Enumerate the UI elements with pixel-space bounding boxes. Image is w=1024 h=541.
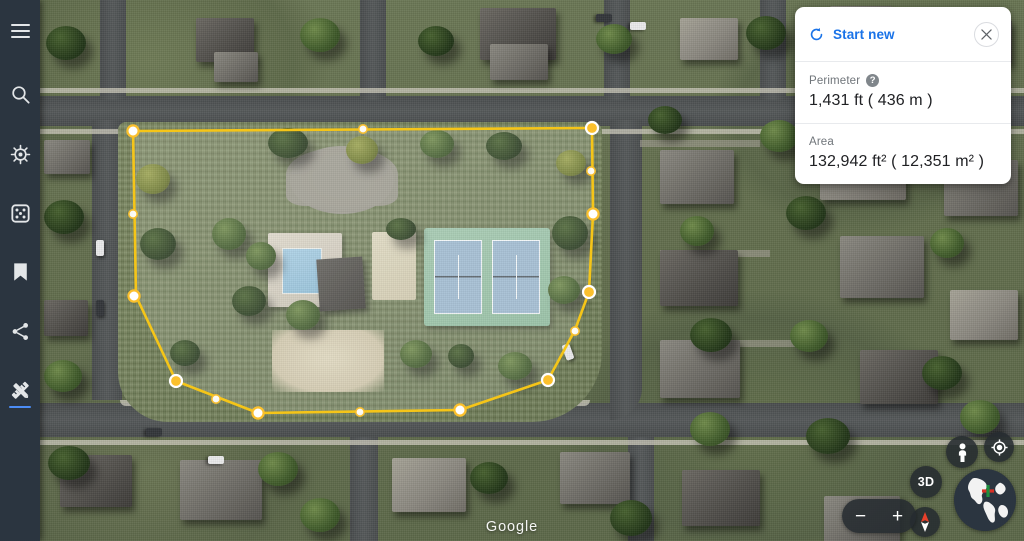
pegman-streetview-icon [958, 442, 966, 462]
sidebar-item-menu[interactable] [0, 8, 40, 54]
panel-header: Start new [795, 7, 1011, 62]
google-watermark: Google [485, 519, 539, 535]
toggle-3d-button[interactable]: 3D [910, 466, 942, 498]
search-icon [11, 85, 30, 104]
perimeter-label: Perimeter [809, 74, 861, 87]
start-new-button[interactable]: Start new [809, 27, 895, 42]
perimeter-label-row: Perimeter ? [809, 74, 997, 87]
compass-needle-icon [921, 512, 929, 532]
metric-perimeter: Perimeter ? 1,431 ft ( 436 m ) [795, 62, 1011, 123]
area-value: 132,942 ft² ( 12,351 m² ) [809, 153, 985, 170]
refresh-rotate-icon [810, 27, 823, 40]
metric-area: Area 132,942 ft² ( 12,351 m² ) [795, 123, 1011, 184]
sidebar-item-search[interactable] [0, 71, 40, 117]
sidebar-item-measure[interactable] [0, 367, 40, 413]
zoom-in-button[interactable]: + [885, 507, 911, 526]
toggle-3d-label: 3D [917, 475, 935, 489]
sidebar-item-voyager[interactable] [0, 131, 40, 177]
area-label-row: Area [809, 136, 997, 148]
active-indicator [9, 405, 31, 408]
google-earth-app: 3D − + Google Start new Perimeter ? 1,43… [0, 0, 1024, 541]
perimeter-value: 1,431 ft ( 436 m ) [809, 92, 933, 109]
sidebar-item-share[interactable] [0, 308, 40, 354]
hamburger-menu-icon [10, 24, 30, 38]
share-icon [12, 322, 28, 340]
my-location-button[interactable] [984, 432, 1014, 462]
measure-ruler-icon [11, 381, 29, 399]
voyager-wheel-icon [10, 144, 30, 164]
zoom-controls: − + [842, 499, 916, 533]
left-navigation-rail [0, 0, 40, 541]
sidebar-item-feeling-lucky[interactable] [0, 190, 40, 236]
zoom-out-button[interactable]: − [848, 507, 874, 526]
globe-minimap-icon [954, 469, 1016, 531]
globe-minimap-button[interactable] [954, 469, 1016, 531]
pegman-streetview-button[interactable] [946, 436, 978, 468]
sidebar-item-projects[interactable] [0, 249, 40, 295]
start-new-label: Start new [833, 26, 895, 42]
close-icon [981, 28, 992, 40]
close-panel-button[interactable] [974, 21, 999, 47]
dice-icon [10, 203, 30, 223]
measure-results-panel: Start new Perimeter ? 1,431 ft ( 436 m )… [795, 7, 1011, 184]
area-label: Area [809, 136, 834, 148]
bookmark-icon [13, 263, 27, 281]
my-location-crosshair-icon [990, 438, 1008, 456]
help-question-icon[interactable]: ? [866, 74, 880, 87]
